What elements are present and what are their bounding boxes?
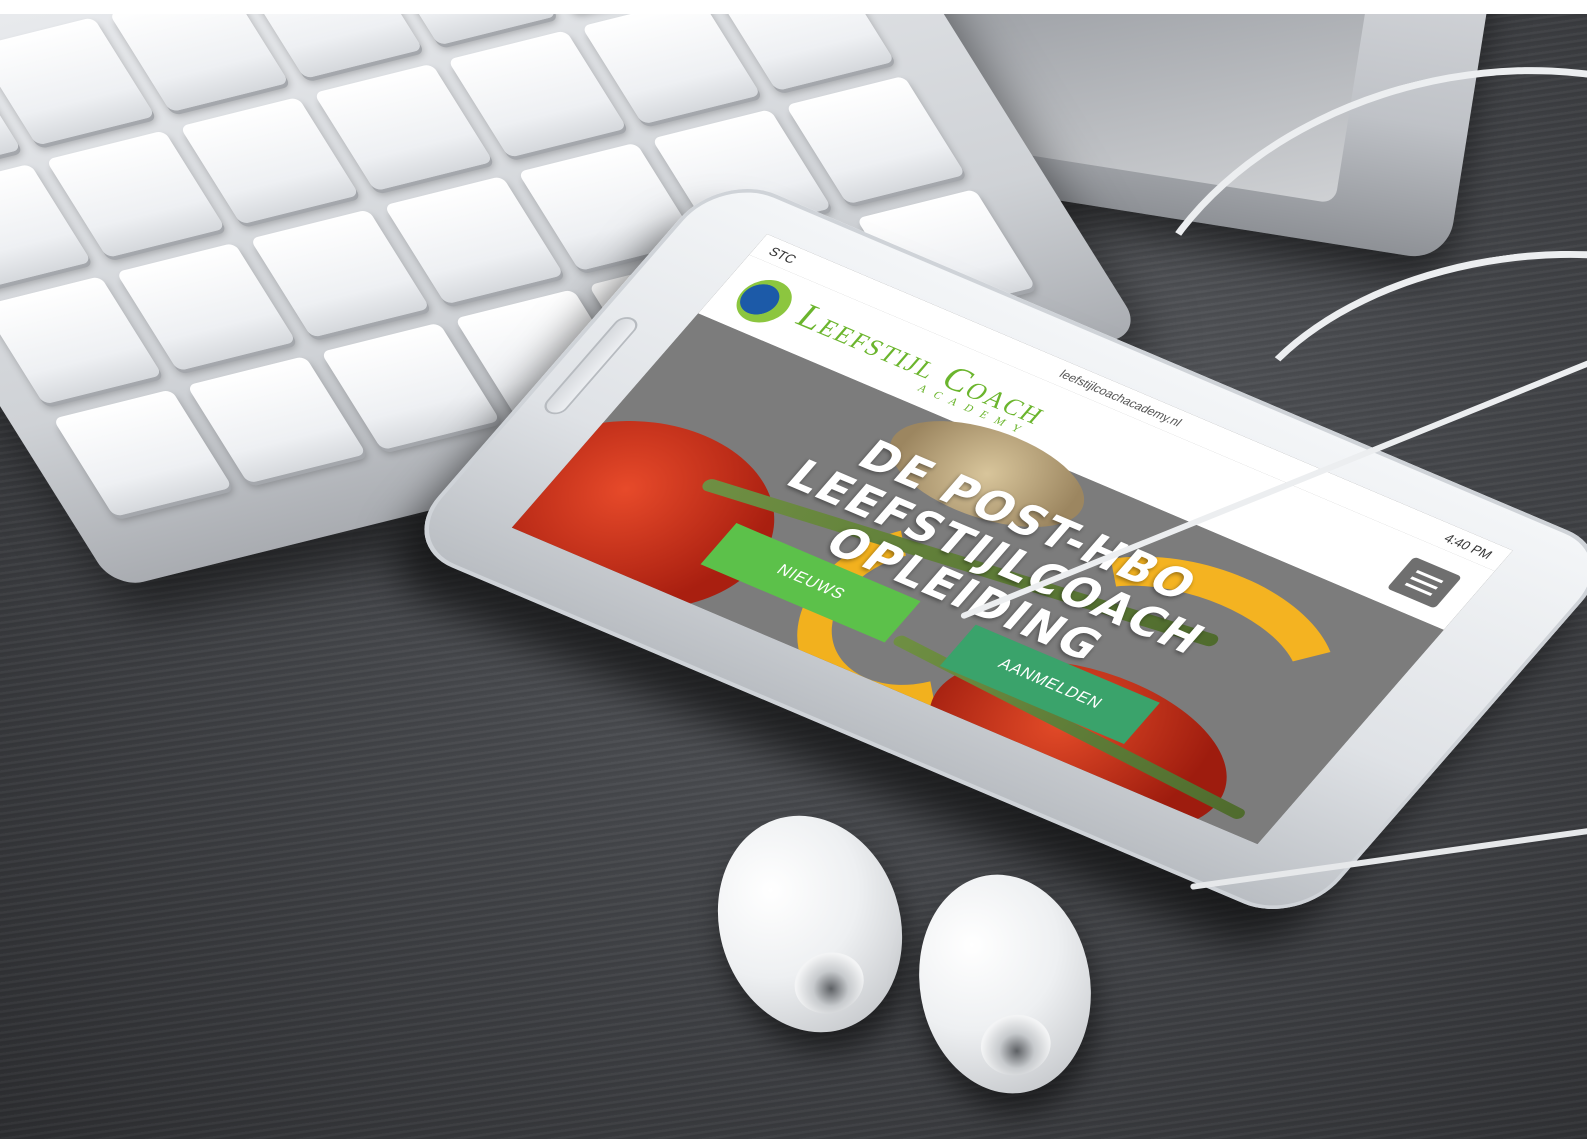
logo-icon[interactable] xyxy=(725,272,803,330)
earbud-left xyxy=(690,791,930,1057)
earbud-right xyxy=(902,860,1108,1108)
hamburger-icon[interactable] xyxy=(1386,556,1463,609)
earbud-tip xyxy=(786,943,872,1023)
earbud-tip xyxy=(976,1009,1056,1081)
carrier-label: STC xyxy=(765,243,801,266)
desk-photo: STC leefstijlcoachacademy.nl 4:40 PM Lee… xyxy=(0,14,1587,1139)
